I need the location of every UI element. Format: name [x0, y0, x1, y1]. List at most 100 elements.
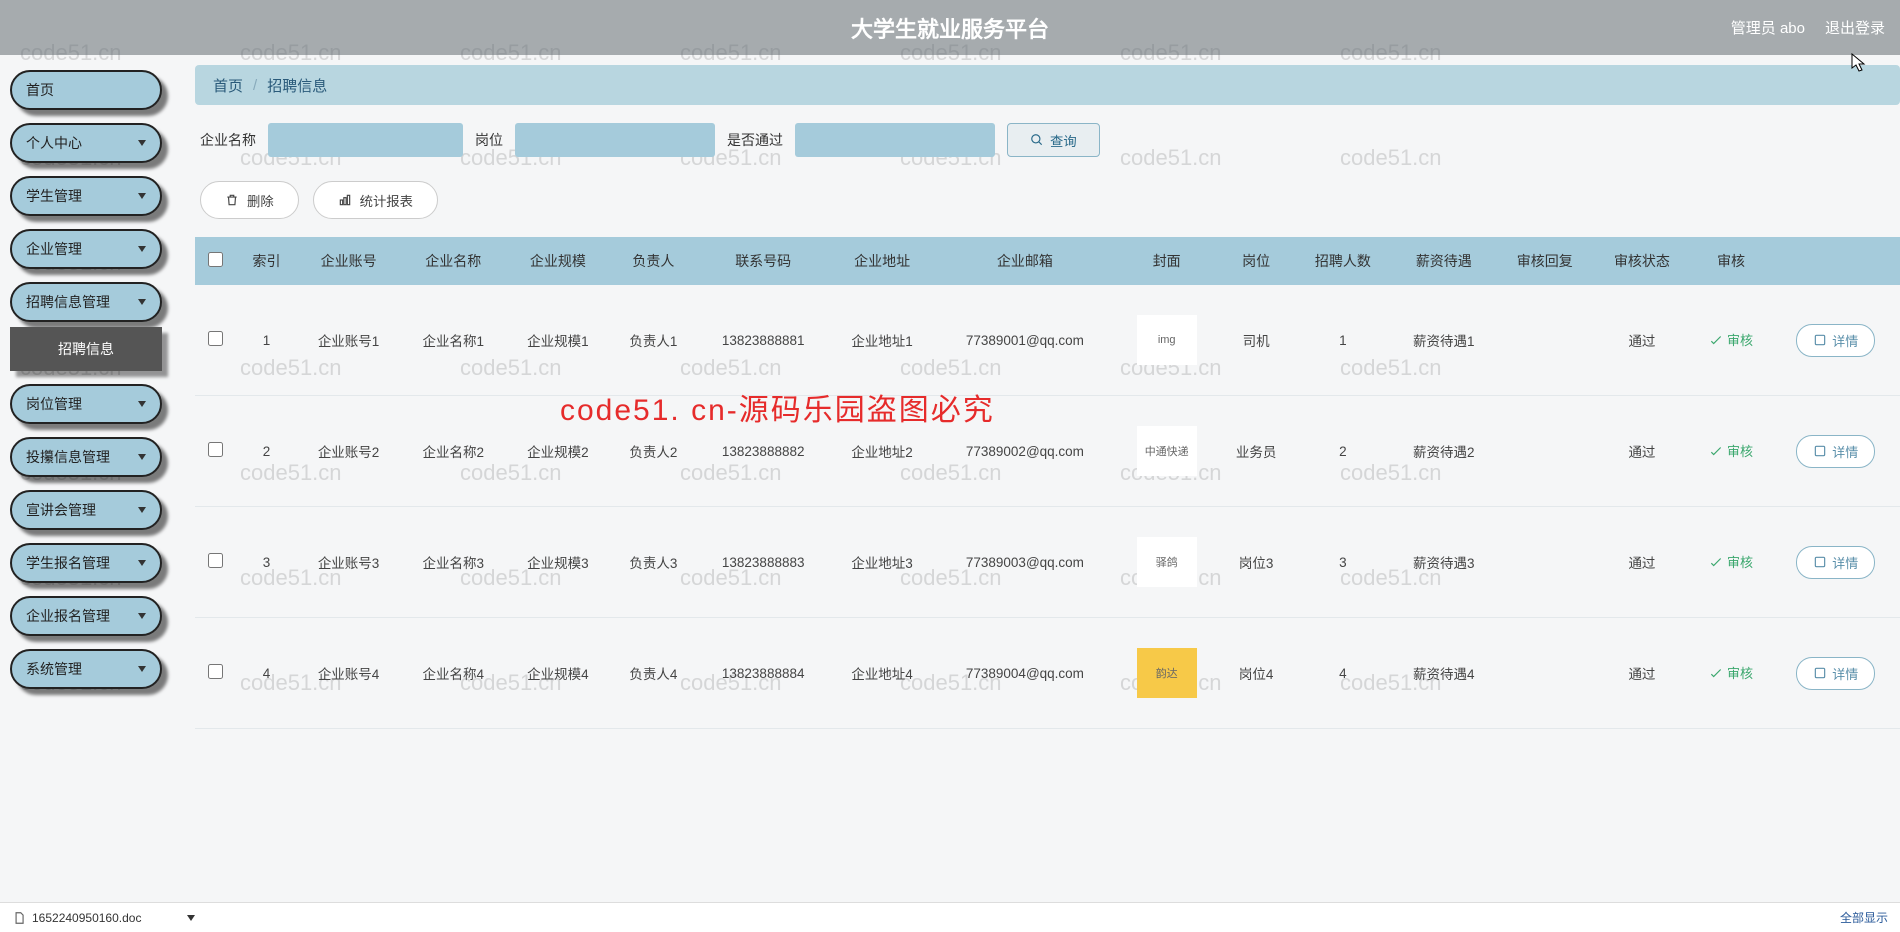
row-checkbox[interactable]: [208, 331, 223, 346]
search-label-company: 企业名称: [200, 130, 256, 150]
search-input-post[interactable]: [515, 123, 715, 157]
table-cell: 3: [1294, 507, 1391, 618]
table-cell: 详情: [1772, 285, 1900, 396]
search-input-company[interactable]: [268, 123, 463, 157]
table-header: 薪资待遇: [1391, 237, 1496, 285]
table-cell: 企业账号1: [296, 285, 401, 396]
table-header: 索引: [237, 237, 296, 285]
sidebar-item-8[interactable]: 学生报名管理: [10, 543, 162, 583]
sidebar-item-0[interactable]: 首页: [10, 70, 162, 110]
table-header: 招聘人数: [1294, 237, 1391, 285]
sidebar-item-1[interactable]: 个人中心: [10, 123, 162, 163]
table-cell: [195, 396, 237, 507]
row-checkbox[interactable]: [208, 442, 223, 457]
sidebar-item-3[interactable]: 企业管理: [10, 229, 162, 269]
report-button[interactable]: 统计报表: [313, 181, 438, 219]
table-cell: [1496, 507, 1593, 618]
cover-image: 驿鸽: [1137, 537, 1197, 587]
app-title: 大学生就业服务平台: [851, 12, 1049, 44]
audit-button[interactable]: 审核: [1709, 330, 1753, 349]
table-cell: 负责人4: [610, 618, 696, 729]
table-cell: 岗位3: [1218, 507, 1294, 618]
table-header: 联系号码: [697, 237, 830, 285]
chevron-down-icon: [138, 140, 146, 146]
delete-button[interactable]: 删除: [200, 181, 299, 219]
chevron-down-icon: [138, 613, 146, 619]
table-cell: 详情: [1772, 618, 1900, 729]
table-cell: [1496, 285, 1593, 396]
breadcrumb: 首页 / 招聘信息: [195, 65, 1900, 105]
table-cell: 2: [1294, 396, 1391, 507]
table-cell: 企业规模2: [506, 396, 611, 507]
sidebar-item-label: 系统管理: [26, 659, 82, 679]
breadcrumb-sep: /: [253, 77, 257, 94]
table-cell: 通过: [1593, 618, 1690, 729]
chevron-down-icon: [138, 560, 146, 566]
chevron-down-icon: [138, 246, 146, 252]
row-checkbox[interactable]: [208, 553, 223, 568]
search-input-pass[interactable]: [795, 123, 995, 157]
search-label-post: 岗位: [475, 130, 503, 150]
chevron-down-icon: [138, 193, 146, 199]
table-cell: 13823888881: [697, 285, 830, 396]
report-button-label: 统计报表: [360, 191, 413, 210]
table-cell: 详情: [1772, 507, 1900, 618]
table-header: 企业账号: [296, 237, 401, 285]
app-header: 大学生就业服务平台 管理员 abo 退出登录: [0, 0, 1900, 55]
sidebar-item-4[interactable]: 招聘信息管理: [10, 282, 162, 322]
sidebar-item-6[interactable]: 投攥信息管理: [10, 437, 162, 477]
download-file[interactable]: 1652240950160.doc: [12, 911, 195, 925]
download-file-name: 1652240950160.doc: [32, 911, 141, 925]
chart-icon: [338, 193, 352, 207]
table-cell: 审核: [1691, 618, 1772, 729]
query-button[interactable]: 查询: [1007, 123, 1100, 157]
table-cell: 77389001@qq.com: [934, 285, 1115, 396]
detail-button[interactable]: 详情: [1796, 546, 1875, 579]
chevron-down-icon: [138, 666, 146, 672]
table-cell: 通过: [1593, 396, 1690, 507]
audit-button[interactable]: 审核: [1709, 441, 1753, 460]
table-cell: 中通快递: [1115, 396, 1218, 507]
sidebar-item-label: 企业报名管理: [26, 606, 110, 626]
select-all-checkbox[interactable]: [208, 252, 223, 267]
table-cell: 企业名称1: [401, 285, 506, 396]
search-icon: [1030, 133, 1044, 147]
table-row: 4企业账号4企业名称4企业规模4负责人413823888884企业地址47738…: [195, 618, 1900, 729]
detail-button[interactable]: 详情: [1796, 657, 1875, 690]
audit-button[interactable]: 审核: [1709, 663, 1753, 682]
sidebar-subitem[interactable]: 招聘信息: [10, 327, 162, 371]
table-cell: 薪资待遇4: [1391, 618, 1496, 729]
chevron-down-icon: [138, 507, 146, 513]
detail-button[interactable]: 详情: [1796, 435, 1875, 468]
row-checkbox[interactable]: [208, 664, 223, 679]
table-cell: 审核: [1691, 285, 1772, 396]
table-cell: 企业地址4: [830, 618, 935, 729]
sidebar-item-2[interactable]: 学生管理: [10, 176, 162, 216]
breadcrumb-current: 招聘信息: [267, 75, 327, 96]
search-label-pass: 是否通过: [727, 130, 783, 150]
table-header: 企业地址: [830, 237, 935, 285]
table-cell: 13823888883: [697, 507, 830, 618]
show-all-button[interactable]: 全部显示: [1840, 909, 1888, 926]
table-cell: [1496, 618, 1593, 729]
detail-button[interactable]: 详情: [1796, 324, 1875, 357]
table-header: [1772, 237, 1900, 285]
admin-label[interactable]: 管理员 abo: [1731, 17, 1805, 38]
table-cell: 4: [237, 618, 296, 729]
audit-button[interactable]: 审核: [1709, 552, 1753, 571]
sidebar-item-10[interactable]: 系统管理: [10, 649, 162, 689]
logout-button[interactable]: 退出登录: [1825, 17, 1885, 38]
sidebar-item-7[interactable]: 宣讲会管理: [10, 490, 162, 530]
table-cell: 审核: [1691, 396, 1772, 507]
table-header: 审核: [1691, 237, 1772, 285]
sidebar-item-label: 企业管理: [26, 239, 82, 259]
table-cell: 企业规模1: [506, 285, 611, 396]
chevron-down-icon[interactable]: [187, 915, 195, 921]
table-cell: [1496, 396, 1593, 507]
table-cell: [195, 618, 237, 729]
table-cell: 企业名称3: [401, 507, 506, 618]
sidebar-item-5[interactable]: 岗位管理: [10, 384, 162, 424]
data-table: 索引企业账号企业名称企业规模负责人联系号码企业地址企业邮箱封面岗位招聘人数薪资待…: [195, 237, 1900, 729]
breadcrumb-home[interactable]: 首页: [213, 75, 243, 96]
sidebar-item-9[interactable]: 企业报名管理: [10, 596, 162, 636]
